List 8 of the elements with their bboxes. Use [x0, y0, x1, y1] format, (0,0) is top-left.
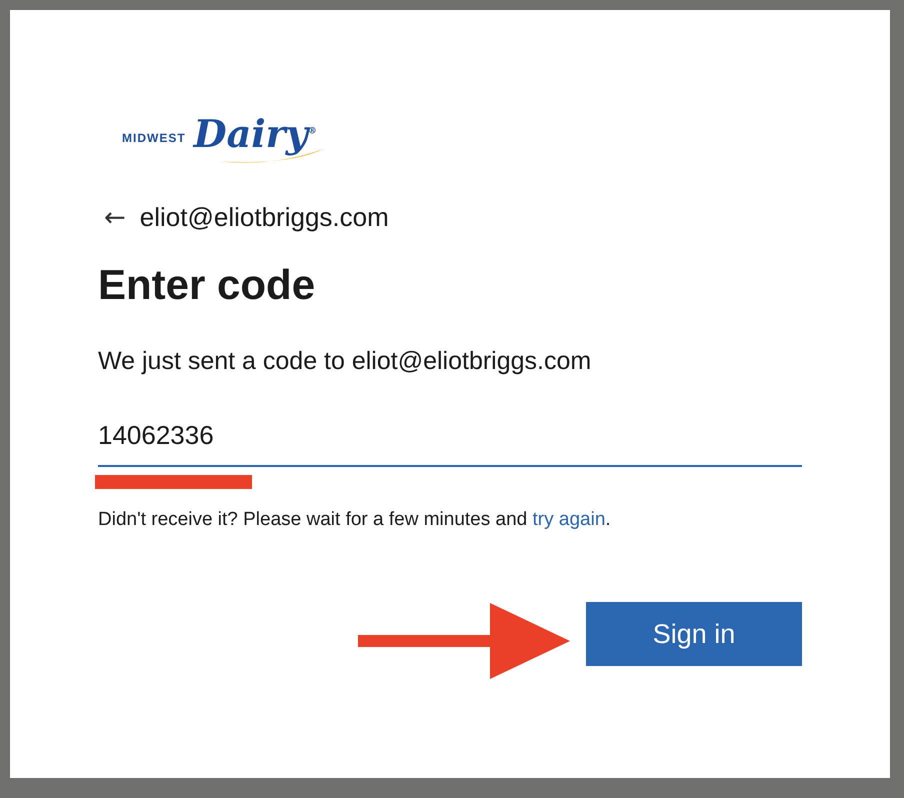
try-again-link[interactable]: try again: [532, 509, 606, 530]
account-email: eliot@eliotbriggs.com: [140, 202, 389, 233]
hint-text: Didn't receive it? Please wait for a few minutes and try again.: [98, 509, 612, 531]
instruction-text: We just sent a code to eliot@eliotbriggs.com: [98, 347, 592, 376]
back-button[interactable]: ←: [104, 204, 126, 230]
sign-in-button[interactable]: Sign in: [586, 602, 802, 666]
logo: MIDWEST Dairy$^{®}$: [122, 98, 322, 168]
page-heading: Enter code: [98, 261, 316, 309]
